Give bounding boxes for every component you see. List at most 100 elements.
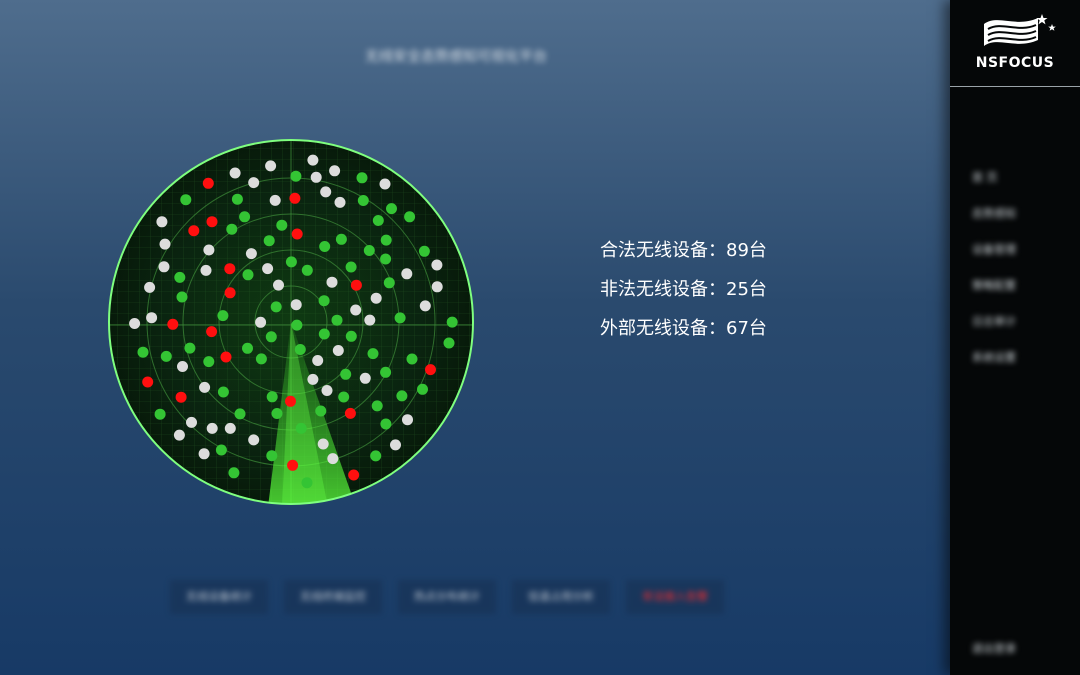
external-device-dot	[334, 196, 346, 208]
main-panel: 无线安全态势感知可视化平台 合法无线设备：89台 非法无线设备：25台 外部无线…	[0, 0, 950, 675]
external-device-dot	[269, 194, 281, 206]
legal-device-dot	[174, 271, 186, 283]
illegal-device-dot	[344, 407, 356, 419]
legal-device-dot	[263, 235, 275, 247]
legal-device-dot	[226, 223, 238, 235]
legal-device-dot	[242, 342, 253, 354]
stat-separator: ：	[708, 240, 726, 261]
external-device-dot	[431, 259, 443, 271]
stat-unit: 台	[748, 279, 767, 300]
external-device-dot	[320, 186, 332, 198]
legal-device-dot	[217, 310, 229, 322]
external-device-dot	[229, 167, 241, 179]
legal-device-dot	[404, 211, 416, 223]
external-device-dot	[144, 281, 156, 293]
illegal-device-dot	[202, 177, 214, 189]
stat-value: 25	[726, 279, 749, 300]
legal-device-dot	[301, 264, 313, 276]
legal-device-dot	[380, 418, 392, 430]
external-device-dot	[206, 422, 218, 434]
illegal-device-dot	[350, 279, 362, 291]
illegal-device-dot	[206, 216, 218, 228]
stat-separator: ：	[708, 279, 726, 300]
legal-device-dot	[203, 356, 215, 368]
legal-device-dot	[357, 195, 369, 206]
external-device-dot	[265, 160, 277, 172]
sidebar-item-policy[interactable]: 策略配置	[972, 268, 1072, 304]
tab-hotspot-distribution[interactable]: 热点分布统计	[398, 580, 496, 614]
legal-devices-stat: 合法无线设备：89台	[600, 238, 767, 277]
stat-separator: ：	[708, 318, 726, 339]
legal-device-dot	[319, 241, 331, 252]
tab-terminal-monitor[interactable]: 无线终端监控	[284, 580, 382, 614]
external-device-dot	[312, 355, 324, 366]
illegal-device-dot	[224, 263, 236, 275]
legal-device-dot	[380, 234, 392, 246]
external-device-dot	[401, 268, 413, 280]
external-device-dot	[273, 279, 284, 291]
sidebar-item-logs[interactable]: 日志审计	[972, 304, 1072, 340]
external-device-dot	[332, 345, 344, 356]
legal-device-dot	[276, 219, 288, 231]
external-device-dot	[419, 300, 431, 312]
tab-device-stats[interactable]: 无线设备统计	[170, 580, 268, 614]
legal-device-dot	[367, 348, 379, 360]
external-device-dot	[290, 299, 302, 311]
sidebar-item-situation[interactable]: 态势感知	[972, 196, 1072, 232]
tab-illegal-access-alert[interactable]: 非法接入告警	[626, 580, 724, 614]
logout-button[interactable]: 退出登录	[972, 636, 1072, 662]
tab-channel-analysis[interactable]: 信道占用分析	[512, 580, 610, 614]
external-device-dot	[248, 434, 260, 446]
legal-device-dot	[291, 319, 303, 331]
legal-device-dot	[301, 477, 313, 489]
stat-value: 89	[726, 240, 749, 261]
stat-unit: 台	[748, 318, 767, 339]
legal-device-dot	[331, 314, 343, 326]
legal-device-dot	[318, 328, 330, 340]
illegal-device-dot	[285, 395, 296, 407]
legal-device-dot	[234, 408, 246, 420]
external-device-dot	[431, 281, 443, 293]
sidebar-item-home[interactable]: 首 页	[972, 160, 1072, 196]
external-device-dot	[146, 312, 158, 324]
brand-logo: NSFOCUS	[950, 0, 1080, 87]
illegal-device-dot	[188, 225, 200, 237]
legal-device-dot	[285, 256, 297, 268]
external-device-dot	[379, 178, 391, 190]
legal-device-dot	[137, 346, 149, 358]
sidebar-item-devices[interactable]: 设备管理	[972, 232, 1072, 268]
external-device-dot	[203, 244, 215, 256]
legal-device-dot	[380, 366, 392, 378]
external-device-dot	[245, 248, 257, 260]
legal-device-dot	[184, 342, 196, 354]
device-stats: 合法无线设备：89台 非法无线设备：25台 外部无线设备：67台	[600, 238, 767, 355]
legal-device-dot	[356, 172, 368, 184]
legal-device-dot	[266, 391, 278, 403]
legal-device-dot	[418, 245, 430, 257]
external-device-dot	[327, 453, 339, 465]
external-device-dot	[158, 261, 170, 273]
sidebar: NSFOCUS 首 页 态势感知 设备管理 策略配置 日志审计 系统设置 退出登…	[950, 0, 1080, 675]
stat-value: 67	[726, 318, 749, 339]
illegal-device-dot	[291, 228, 303, 240]
legal-device-dot	[443, 337, 455, 349]
stat-label: 合法无线设备	[600, 240, 708, 261]
external-device-dot	[321, 385, 333, 396]
legal-device-dot	[270, 301, 282, 313]
legal-device-dot	[242, 269, 254, 281]
external-device-dot	[364, 314, 376, 326]
external-device-dot	[326, 276, 338, 288]
legal-device-dot	[380, 253, 392, 265]
legal-device-dot	[383, 277, 395, 289]
external-device-dot	[200, 264, 212, 276]
legal-device-dot	[265, 331, 277, 343]
external-device-dot	[248, 177, 260, 189]
legal-device-dot	[294, 344, 306, 355]
legal-device-dot	[372, 215, 384, 226]
legal-device-dot	[295, 422, 307, 434]
bottom-tab-bar: 无线设备统计 无线终端监控 热点分布统计 信道占用分析 非法接入告警	[170, 580, 724, 614]
external-device-dot	[199, 381, 211, 393]
sidebar-item-settings[interactable]: 系统设置	[972, 340, 1072, 376]
external-device-dot	[177, 361, 188, 372]
illegal-device-dot	[289, 192, 301, 204]
